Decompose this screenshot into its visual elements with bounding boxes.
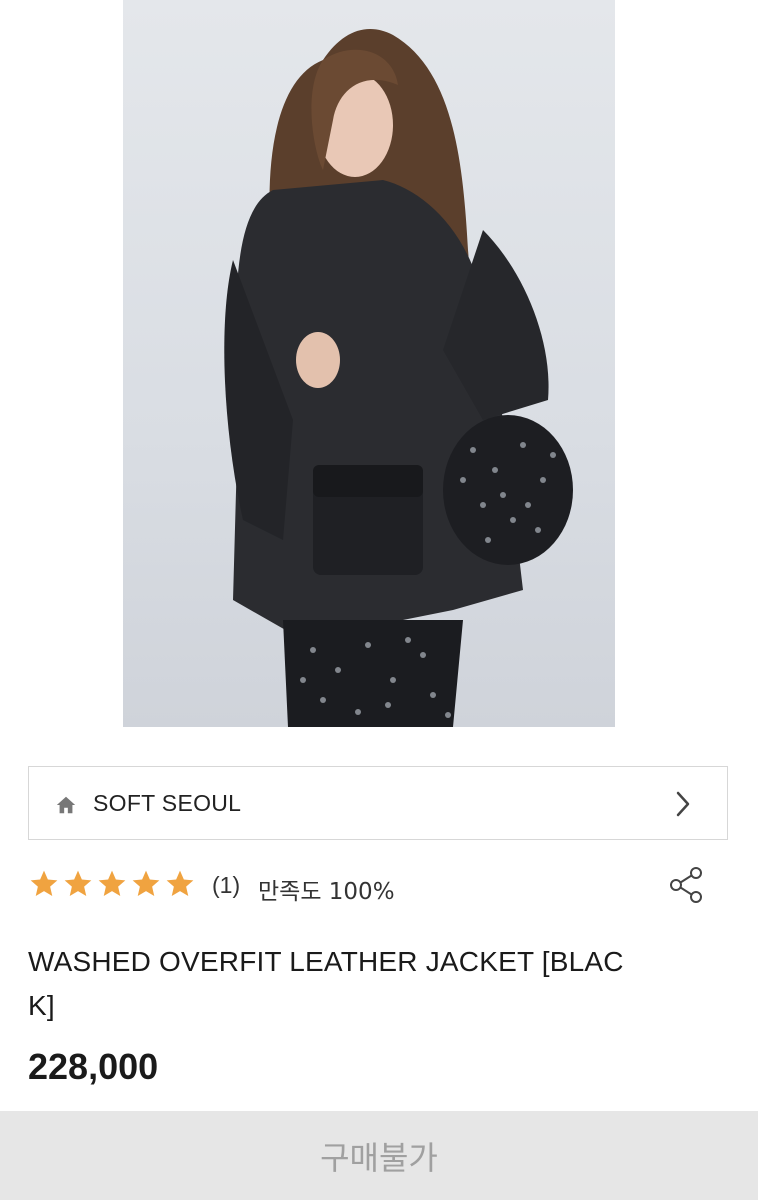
brand-link[interactable]: SOFT SEOUL bbox=[28, 766, 728, 840]
brand-name: SOFT SEOUL bbox=[93, 790, 242, 816]
star-icon bbox=[98, 870, 126, 896]
rating-row: (1) 만족도 100% bbox=[28, 866, 728, 906]
satisfaction-rate: 만족도 100% bbox=[258, 879, 395, 905]
chevron-right-icon bbox=[676, 791, 690, 817]
review-count[interactable]: (1) bbox=[212, 872, 240, 899]
product-image bbox=[123, 0, 615, 727]
product-title: WASHED OVERFIT LEATHER JACKET [BLACK] bbox=[28, 946, 624, 1021]
star-icon bbox=[132, 870, 160, 896]
star-rating bbox=[28, 868, 196, 900]
product-price: 228,000 bbox=[28, 1046, 159, 1087]
star-icon bbox=[64, 870, 92, 896]
star-icon bbox=[30, 870, 58, 896]
buy-button[interactable]: 구매불가 bbox=[0, 1111, 758, 1200]
home-icon bbox=[56, 796, 76, 814]
share-icon[interactable] bbox=[668, 866, 704, 904]
star-icon bbox=[166, 870, 194, 896]
